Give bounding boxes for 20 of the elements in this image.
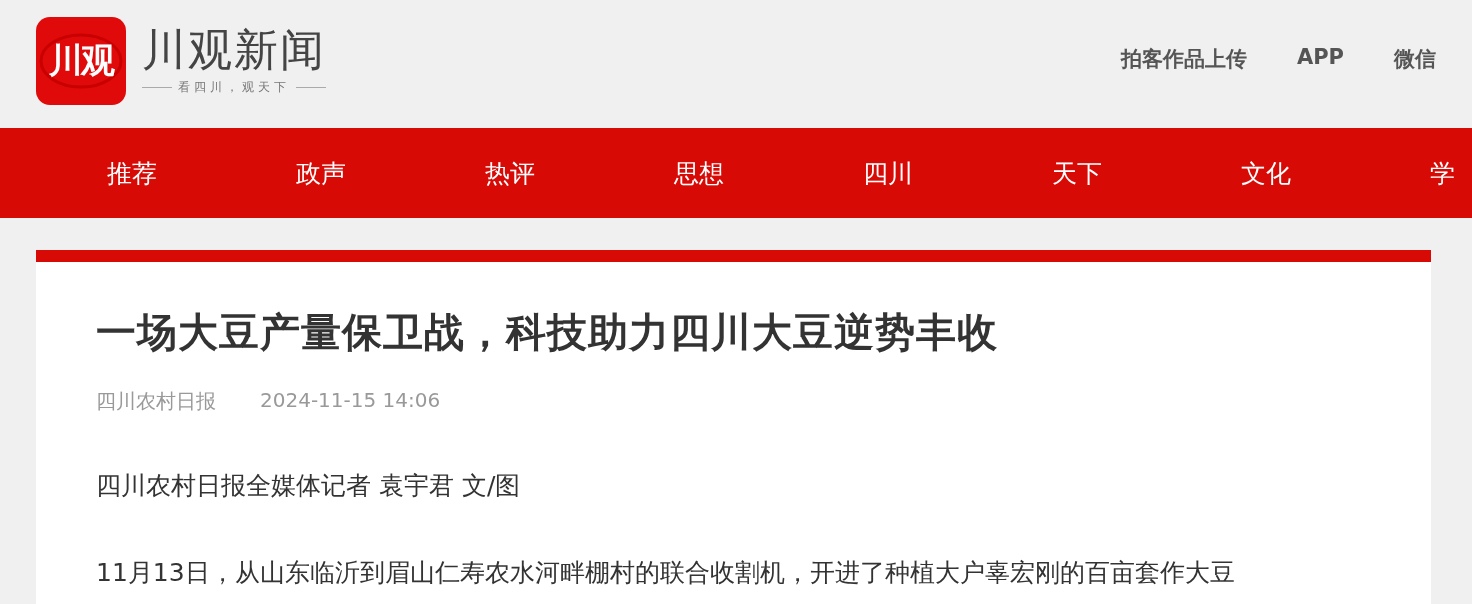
logo-mark-text: 川观 bbox=[49, 39, 113, 82]
nav-item[interactable]: 热评 bbox=[485, 156, 535, 190]
article-byline: 四川农村日报全媒体记者 袁宇君 文/图 bbox=[96, 470, 522, 502]
nav-item[interactable]: 学 bbox=[1430, 156, 1455, 190]
nav-item[interactable]: 推荐 bbox=[107, 156, 157, 190]
app-logo-icon[interactable]: 川观 bbox=[36, 17, 126, 105]
article-title: 一场大豆产量保卫战，科技助力四川大豆逆势丰收 bbox=[96, 308, 999, 357]
site-name[interactable]: 川观新闻 bbox=[142, 26, 326, 75]
header-link[interactable]: 微信 bbox=[1394, 45, 1436, 73]
article-paragraph: 11月13日，从山东临沂到眉山仁寿农水河畔棚村的联合收割机，开进了种植大户辜宏刚的百亩套作大豆 bbox=[96, 557, 1236, 589]
site-slogan: 看四川，观天下 bbox=[178, 78, 290, 96]
nav-item[interactable]: 政声 bbox=[296, 156, 346, 190]
header-link[interactable]: APP bbox=[1296, 45, 1344, 73]
nav-item[interactable]: 天下 bbox=[1052, 156, 1102, 190]
header-link[interactable]: 拍客作品上传 bbox=[1120, 45, 1247, 73]
article-source: 四川农村日报 bbox=[96, 388, 216, 415]
nav-item[interactable]: 思想 bbox=[674, 156, 724, 190]
nav-item[interactable]: 文化 bbox=[1241, 156, 1291, 190]
nav-item[interactable]: 四川 bbox=[863, 156, 913, 190]
article-time: 2024-11-15 14:06 bbox=[260, 388, 441, 414]
